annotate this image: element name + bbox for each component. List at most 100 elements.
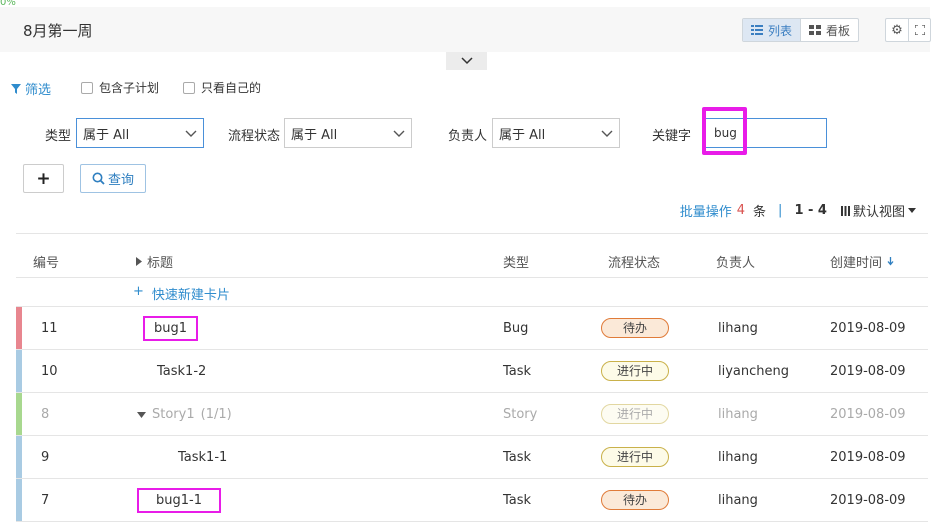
type-filter-value: 属于 All [83,127,130,143]
list-view-button[interactable]: 列表 [743,19,801,41]
row-title[interactable]: bug1-1 [137,488,221,518]
row-owner: lihang [718,450,758,465]
row-title[interactable]: Task1-2 [157,364,206,379]
filter-toggle[interactable]: 筛选 [11,79,51,98]
row-created: 2019-08-09 [830,407,906,422]
filter-icon [11,83,21,94]
table-divider [16,233,928,234]
row-title-text[interactable]: bug1-1 [137,488,221,513]
keyword-input[interactable]: bug [702,118,827,148]
row-title-text[interactable]: bug1 [143,316,199,341]
table-row[interactable]: 8 Story1 (1/1) Story 进行中 lihang 2019-08-… [16,393,928,436]
view-switch: 列表 看板 [742,18,860,42]
checkbox-box [81,81,93,94]
batch-bar: 批量操作 4 条 | 1 - 4 默认视图 [680,201,916,220]
plus-icon: + [133,284,144,299]
row-owner: lihang [718,321,758,336]
board-view-button[interactable]: 看板 [800,19,858,41]
settings-button[interactable]: ⚙ [886,19,908,41]
status-filter-select[interactable]: 属于 All [284,118,412,148]
batch-action-link[interactable]: 批量操作 [680,201,732,220]
chevron-down-icon [601,130,613,137]
type-filter-label: 类型 [45,129,72,144]
row-type: Story [503,407,538,422]
include-subplan-checkbox[interactable]: 包含子计划 [81,79,159,96]
row-created: 2019-08-09 [830,364,906,379]
board-view-label: 看板 [826,23,851,38]
list-icon [751,25,763,35]
batch-separator: | [778,203,783,218]
owner-filter-select[interactable]: 属于 All [492,118,620,148]
table-row[interactable]: 7 bug1-1 Task 待办 lihang 2019-08-09 [16,479,928,522]
header-owner[interactable]: 负责人 [716,252,755,271]
table-row[interactable]: 10 Task1-2 Task 进行中 liyancheng 2019-08-0… [16,350,928,393]
expand-toggle-icon[interactable] [137,411,146,418]
row-id: 8 [41,407,50,422]
chevron-down-icon [393,130,405,137]
collapse-filters-button[interactable] [446,52,487,70]
page-range: 1 - 4 [794,203,827,218]
row-created: 2019-08-09 [830,450,906,465]
header-created-label: 创建时间 [830,256,883,271]
row-type: Bug [503,321,529,336]
row-owner: lihang [718,493,758,508]
row-child-count: (1/1) [200,407,232,422]
header-created[interactable]: 创建时间 [830,252,894,271]
columns-icon [840,205,850,216]
table-row[interactable]: 11 bug1 Bug 待办 lihang 2019-08-09 [16,307,928,350]
row-title[interactable]: Story1 (1/1) [137,407,232,422]
query-button[interactable]: 查询 [80,164,146,193]
status-badge[interactable]: 待办 [601,490,669,510]
row-title-text[interactable]: Task1-1 [178,450,227,465]
batch-unit: 条 [753,205,767,220]
row-id: 11 [41,321,58,336]
page-title: 8月第一周 [23,22,93,40]
status-filter-label: 流程状态 [228,129,281,144]
row-title[interactable]: bug1 [143,316,199,346]
only-mine-label: 只看自己的 [201,81,262,95]
batch-count: 4 [736,203,746,218]
row-stripe [16,350,22,392]
add-button[interactable]: + [23,164,64,193]
search-icon [92,172,105,185]
chevron-down-icon [460,57,473,65]
include-subplan-label: 包含子计划 [99,81,160,95]
view-selector[interactable]: 默认视图 [840,201,916,220]
table-header: 编号 标题 类型 流程状态 负责人 创建时间 [16,246,928,278]
row-title[interactable]: Task1-1 [178,450,227,465]
row-id: 7 [41,493,50,508]
owner-filter-label: 负责人 [448,129,488,144]
keyword-filter-label: 关键字 [652,129,692,144]
row-type: Task [503,493,532,508]
type-filter-select[interactable]: 属于 All [76,118,204,148]
row-created: 2019-08-09 [830,321,906,336]
header-title[interactable]: 标题 [136,252,173,271]
header-type[interactable]: 类型 [503,252,529,271]
quick-add-label: 快速新建卡片 [151,288,230,303]
row-created: 2019-08-09 [830,493,906,508]
list-view-label: 列表 [768,23,793,38]
row-title-text[interactable]: Story1 [152,407,195,422]
header-tools: ⚙ [885,18,931,42]
header-title-label: 标题 [147,256,174,271]
status-badge[interactable]: 进行中 [601,361,669,381]
header-id[interactable]: 编号 [33,252,59,271]
row-stripe [16,479,22,521]
caret-right-icon[interactable] [136,257,142,266]
row-owner: liyancheng [718,364,789,379]
only-mine-checkbox[interactable]: 只看自己的 [183,79,261,96]
quick-add-card[interactable]: + 快速新建卡片 [133,284,230,303]
status-badge[interactable]: 进行中 [601,447,669,467]
status-badge[interactable]: 进行中 [601,404,669,424]
board-icon [809,25,822,35]
row-stripe [16,307,22,349]
table-row[interactable]: 9 Task1-1 Task 进行中 lihang 2019-08-09 [16,436,928,479]
fullscreen-button[interactable] [908,19,930,41]
header-status[interactable]: 流程状态 [608,252,660,271]
gear-icon: ⚙ [891,22,903,38]
filter-toggle-label: 筛选 [25,83,52,98]
row-title-text[interactable]: Task1-2 [157,364,206,379]
status-badge[interactable]: 待办 [601,318,669,338]
row-stripe [16,436,22,478]
row-id: 10 [41,364,58,379]
